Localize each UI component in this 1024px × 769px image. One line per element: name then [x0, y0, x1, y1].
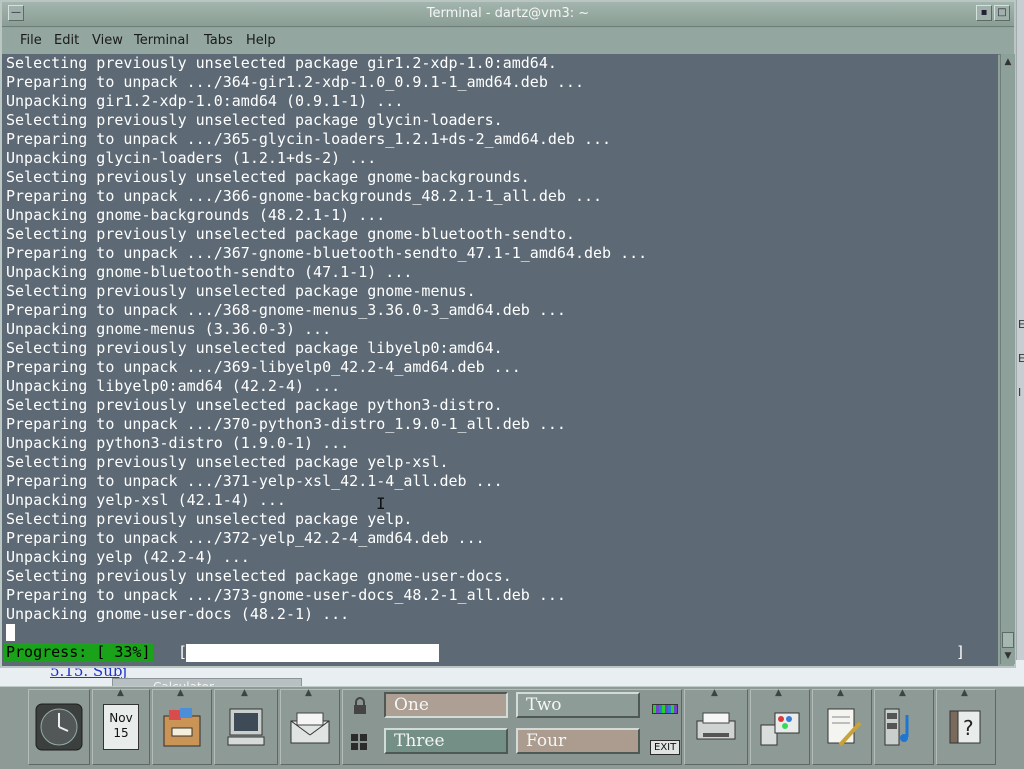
terminal-line: Preparing to unpack .../371-yelp-xsl_42.…	[6, 472, 503, 490]
terminal-line: Preparing to unpack .../372-yelp_42.2-4_…	[6, 529, 485, 547]
ibeam-cursor-icon: I	[376, 494, 386, 513]
calendar-slot: ▲ Nov 15	[92, 688, 150, 765]
calendar-day: 15	[113, 726, 129, 740]
maximize-icon: □	[997, 7, 1007, 18]
terminal-line: Selecting previously unselected package …	[6, 282, 476, 300]
media-player-icon[interactable]	[881, 705, 927, 749]
vertical-scrollbar[interactable]: ▲ ▼	[1000, 54, 1015, 664]
menu-bar: File Edit View Terminal Tabs Help	[2, 28, 1014, 55]
clock-icon[interactable]	[34, 702, 84, 752]
terminal-line: Unpacking gnome-menus (3.36.0-3) ...	[6, 320, 332, 338]
terminal-line: Preparing to unpack .../367-gnome-blueto…	[6, 244, 648, 262]
progress-bar	[186, 644, 439, 662]
terminal-line: Selecting previously unselected package …	[6, 396, 503, 414]
subpanel-arrow-icon[interactable]: ▲	[711, 688, 718, 698]
terminal-line: Unpacking gnome-backgrounds (48.2.1-1) .…	[6, 206, 386, 224]
menu-terminal[interactable]: Terminal	[134, 33, 189, 48]
edge-glyph: E	[1018, 352, 1024, 365]
exit-button[interactable]: EXIT	[650, 740, 681, 755]
busy-indicator-icon	[652, 704, 678, 714]
terminal-icon[interactable]	[222, 705, 270, 749]
subpanel-arrow-icon[interactable]: ▲	[775, 688, 782, 698]
subpanel-arrow-icon[interactable]: ▲	[899, 688, 906, 698]
subpanel-arrow-icon[interactable]: ▲	[837, 688, 844, 698]
clock-slot	[28, 689, 90, 765]
menu-edit[interactable]: Edit	[54, 33, 79, 48]
terminal-line: Preparing to unpack .../365-glycin-loade…	[6, 130, 612, 148]
terminal-launcher-slot: ▲	[214, 688, 278, 765]
terminal-line: Preparing to unpack .../370-python3-dist…	[6, 415, 566, 433]
scroll-thumb[interactable]	[1002, 632, 1014, 648]
menu-help[interactable]: Help	[246, 33, 276, 48]
terminal-line: Selecting previously unselected package …	[6, 453, 449, 471]
scroll-down-icon[interactable]: ▼	[1002, 650, 1014, 662]
terminal-line: Selecting previously unselected package …	[6, 111, 503, 129]
subpanel-arrow-icon[interactable]: ▲	[961, 688, 968, 698]
terminal-line: Unpacking glycin-loaders (1.2.1+ds-2) ..…	[6, 149, 377, 167]
minimize-button[interactable]: ▪	[976, 5, 992, 21]
menu-file[interactable]: File	[20, 33, 42, 48]
subpanel-arrow-icon[interactable]: ▲	[305, 688, 312, 698]
subpanel-arrow-icon[interactable]: ▲	[241, 688, 248, 698]
terminal-line: Selecting previously unselected package …	[6, 54, 557, 72]
printer-icon[interactable]	[693, 709, 739, 745]
workspace-two-button[interactable]: Two	[516, 692, 640, 718]
maximize-button[interactable]: □	[994, 5, 1010, 21]
workspace-one-button[interactable]: One	[384, 692, 508, 718]
terminal-line: Preparing to unpack .../369-libyelp0_42.…	[6, 358, 521, 376]
subpanel-arrow-icon[interactable]: ▲	[177, 688, 184, 698]
mail-icon[interactable]	[287, 707, 333, 747]
terminal-line: Unpacking python3-distro (1.9.0-1) ...	[6, 434, 350, 452]
terminal-line: Selecting previously unselected package …	[6, 225, 575, 243]
edge-glyph: E	[1018, 318, 1024, 331]
lock-icon[interactable]	[352, 697, 368, 715]
title-bar[interactable]: — Terminal - dartz@vm3: ~ ▪ □	[2, 2, 1014, 27]
menu-tabs[interactable]: Tabs	[204, 33, 233, 48]
terminal-line: Unpacking libyelp0:amd64 (42.2-4) ...	[6, 377, 341, 395]
text-editor-slot: ▲	[812, 688, 872, 765]
terminal-line: Selecting previously unselected package …	[6, 567, 512, 585]
file-manager-icon[interactable]	[160, 706, 204, 748]
style-manager-icon[interactable]	[757, 705, 803, 749]
mail-slot: ▲	[280, 688, 340, 765]
scroll-up-icon[interactable]: ▲	[1002, 56, 1014, 68]
terminal-line: Preparing to unpack .../368-gnome-menus_…	[6, 301, 566, 319]
terminal-line: Selecting previously unselected package …	[6, 339, 503, 357]
svg-text:?: ?	[963, 716, 974, 740]
terminal-line: Preparing to unpack .../364-gir1.2-xdp-1…	[6, 73, 584, 91]
help-icon[interactable]: ?	[944, 705, 988, 749]
minimize-icon: ▪	[980, 7, 988, 18]
calendar-month: Nov	[109, 711, 133, 725]
terminal-line: Unpacking yelp (42.2-4) ...	[6, 548, 250, 566]
edge-glyph: I	[1018, 386, 1022, 399]
terminal-line: Preparing to unpack .../373-gnome-user-d…	[6, 586, 566, 604]
window-title: Terminal - dartz@vm3: ~	[426, 6, 590, 21]
terminal-line: Selecting previously unselected package …	[6, 168, 530, 186]
terminal-line: Selecting previously unselected package …	[6, 510, 413, 528]
text-cursor	[6, 624, 15, 641]
menu-view[interactable]: View	[92, 33, 123, 48]
file-manager-slot: ▲	[152, 688, 212, 765]
terminal-line: Unpacking gnome-user-docs (48.2-1) ...	[6, 605, 350, 623]
progress-label: Progress: [ 33%]	[4, 643, 153, 662]
media-slot: ▲	[874, 688, 934, 765]
calendar-icon[interactable]: Nov 15	[103, 704, 139, 750]
terminal-line: Unpacking yelp-xsl (42.1-4) ...	[6, 491, 286, 509]
subpanel-arrow-icon[interactable]: ▲	[117, 688, 124, 698]
progress-close-bracket: ]	[956, 643, 966, 661]
terminal-line: Preparing to unpack .../366-gnome-backgr…	[6, 187, 603, 205]
text-editor-icon[interactable]	[820, 705, 864, 749]
background-window-edge: E E I	[1016, 0, 1024, 660]
help-slot: ▲ ?	[936, 688, 996, 765]
workspace-grid-icon[interactable]	[350, 733, 368, 751]
terminal-line: Unpacking gir1.2-xdp-1.0:amd64 (0.9.1-1)…	[6, 92, 404, 110]
printer-slot: ▲	[684, 688, 748, 765]
style-manager-slot: ▲	[750, 688, 810, 765]
workspace-four-button[interactable]: Four	[516, 728, 640, 754]
workspace-three-button[interactable]: Three	[384, 728, 508, 754]
front-panel: ▲ Nov 15 ▲ ▲ ▲ ▲ ▲ ▲ ▲ ▲ ?	[0, 686, 1024, 769]
terminal-line: Unpacking gnome-bluetooth-sendto (47.1-1…	[6, 263, 413, 281]
